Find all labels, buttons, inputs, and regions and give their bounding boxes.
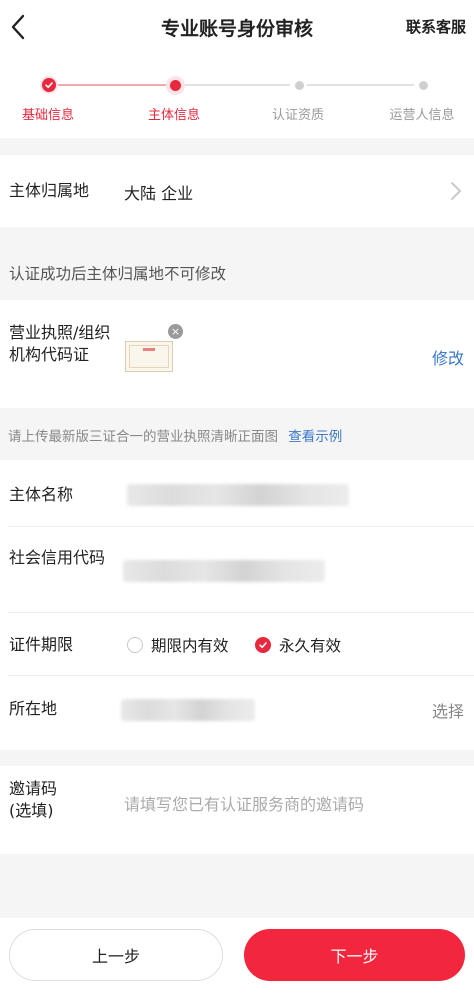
validity-label: 证件期限 xyxy=(9,635,74,654)
radio-permanent-validity[interactable] xyxy=(255,637,271,653)
radio-limited-validity[interactable] xyxy=(127,637,143,653)
step-connector xyxy=(58,84,166,86)
entity-location-value: 大陆 企业 xyxy=(124,184,194,203)
contact-service-link[interactable]: 联系客服 xyxy=(406,16,466,37)
step-connector xyxy=(307,84,414,86)
chevron-right-icon xyxy=(451,182,461,200)
edit-license-button[interactable]: 修改 xyxy=(432,345,464,369)
step-label-qualification: 认证资质 xyxy=(271,108,325,123)
check-icon xyxy=(45,82,53,89)
step-label-entity-info: 主体信息 xyxy=(147,108,201,123)
invite-code-input[interactable]: 请填写您已有认证服务商的邀请码 xyxy=(124,791,364,815)
step-connector xyxy=(184,84,290,86)
license-upload-hint: 请上传最新版三证合一的营业执照清晰正面图 查看示例 xyxy=(8,425,342,445)
license-hint-text: 请上传最新版三证合一的营业执照清晰正面图 xyxy=(8,429,278,445)
previous-step-button[interactable]: 上一步 xyxy=(9,929,223,981)
credit-code-label: 社会信用代码 xyxy=(9,548,106,567)
step-pending-indicator xyxy=(290,76,308,94)
invite-code-row: 邀请码(选填) 请填写您已有认证服务商的邀请码 xyxy=(0,766,474,854)
entity-name-label: 主体名称 xyxy=(9,485,74,504)
entity-location-label: 主体归属地 xyxy=(9,181,90,200)
location-lock-note: 认证成功后主体归属地不可修改 xyxy=(9,265,227,283)
check-icon xyxy=(259,642,267,649)
limited-validity-label[interactable]: 期限内有效 xyxy=(151,634,229,656)
step-done-indicator xyxy=(40,76,58,94)
view-example-link[interactable]: 查看示例 xyxy=(288,429,342,445)
select-address-button[interactable]: 选择 xyxy=(432,698,464,722)
credit-code-redacted[interactable] xyxy=(123,560,325,582)
address-redacted[interactable] xyxy=(121,699,255,721)
entity-name-redacted[interactable] xyxy=(127,484,349,506)
step-label-basic-info: 基础信息 xyxy=(21,108,75,123)
page-title: 专业账号身份审核 xyxy=(160,18,313,40)
entity-form: 主体名称 社会信用代码 证件期限 期限内有效 永久有效 所在地 选择 xyxy=(0,460,474,750)
remove-image-icon[interactable]: × xyxy=(168,324,183,339)
entity-location-row[interactable]: 主体归属地 大陆 企业 xyxy=(0,155,474,227)
step-pending-indicator xyxy=(414,76,432,94)
top-bar: 专业账号身份审核 联系客服 xyxy=(0,0,474,56)
invite-code-label: 邀请码(选填) xyxy=(9,779,58,820)
business-license-row: 营业执照/组织机构代码证 修改 xyxy=(0,300,474,408)
step-active-indicator xyxy=(166,76,184,94)
permanent-validity-label[interactable]: 永久有效 xyxy=(279,634,341,656)
next-step-button[interactable]: 下一步 xyxy=(244,929,465,981)
address-label: 所在地 xyxy=(9,699,58,718)
license-thumbnail[interactable] xyxy=(125,341,173,372)
business-license-label: 营业执照/组织机构代码证 xyxy=(9,323,111,364)
progress-steps: 基础信息 主体信息 认证资质 运营人信息 xyxy=(0,56,474,138)
step-label-operator-info: 运营人信息 xyxy=(389,108,455,123)
